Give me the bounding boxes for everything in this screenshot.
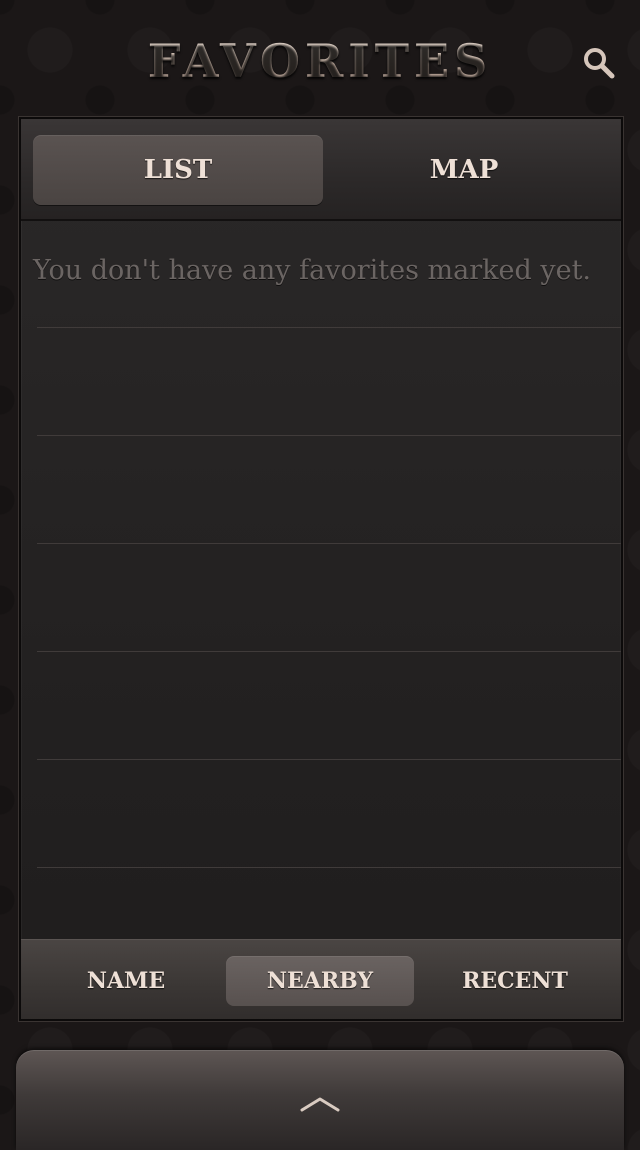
list-divider: [37, 435, 621, 436]
list-divider: [37, 867, 621, 868]
list-tab[interactable]: LIST: [33, 135, 323, 205]
sort-tab-bar: NAME NEARBY RECENT: [21, 939, 621, 1019]
view-toggle-bar: LIST MAP: [21, 119, 621, 221]
header: FAVORITES: [0, 0, 640, 118]
list-divider: [37, 327, 621, 328]
list-divider: [37, 759, 621, 760]
sort-name-tab[interactable]: NAME: [31, 956, 221, 1006]
sort-recent-tab[interactable]: RECENT: [421, 956, 609, 1006]
map-tab[interactable]: MAP: [319, 135, 609, 205]
chevron-up-icon: [298, 1094, 342, 1114]
search-icon[interactable]: [582, 46, 616, 80]
list-divider: [37, 543, 621, 544]
list-divider: [37, 651, 621, 652]
sort-nearby-tab[interactable]: NEARBY: [226, 956, 414, 1006]
page-title: FAVORITES: [0, 34, 640, 88]
bottom-drawer-handle[interactable]: [16, 1050, 624, 1150]
empty-favorites-message: You don't have any favorites marked yet.: [33, 255, 591, 286]
favorites-panel: LIST MAP You don't have any favorites ma…: [19, 117, 623, 1021]
